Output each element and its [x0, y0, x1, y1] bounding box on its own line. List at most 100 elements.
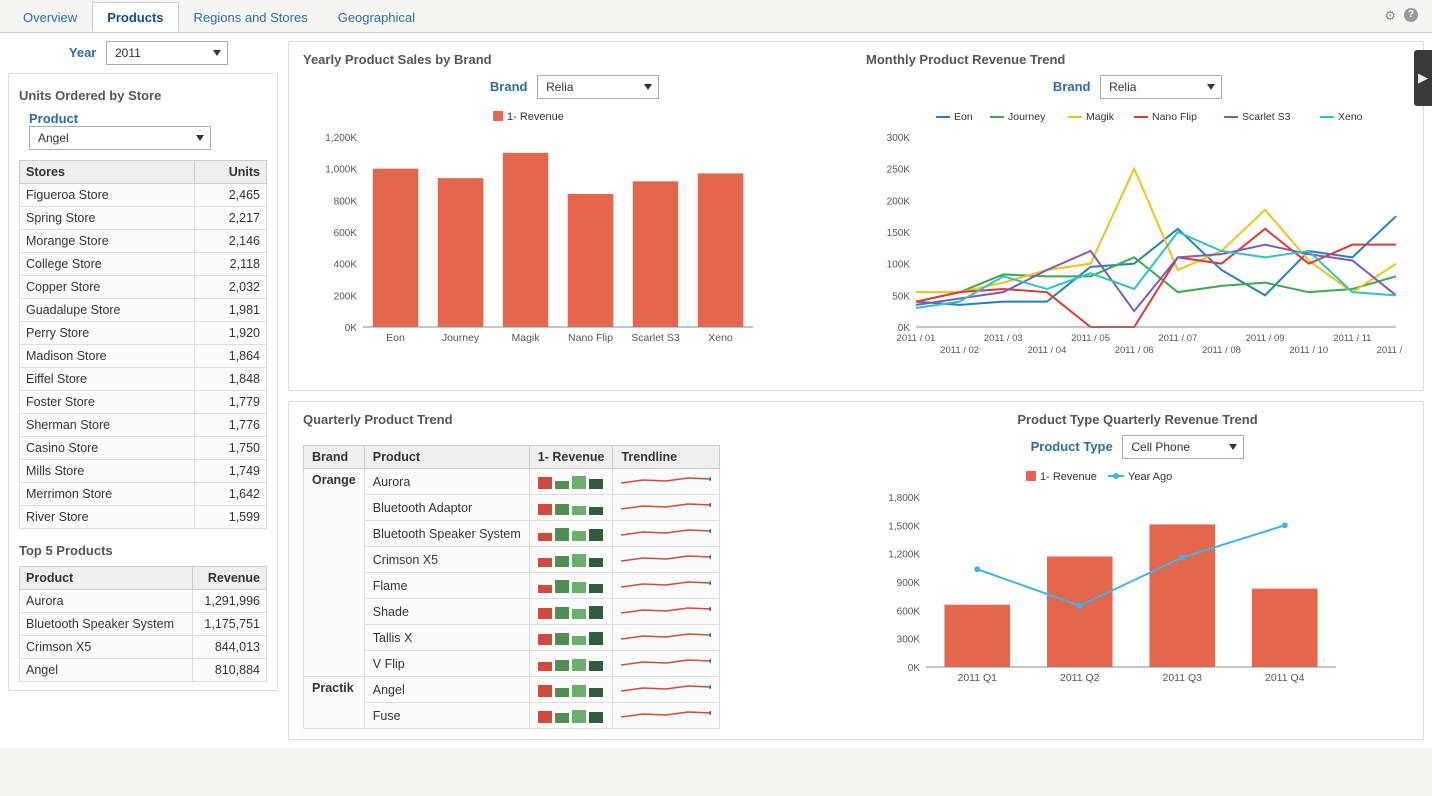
table-row[interactable]: Eiffel Store1,848	[20, 368, 267, 391]
ptype-select[interactable]: Cell Phone	[1122, 435, 1244, 459]
table-row[interactable]: Foster Store1,779	[20, 391, 267, 414]
chevron-down-icon	[196, 135, 204, 141]
table-row[interactable]: College Store2,118	[20, 253, 267, 276]
table-row[interactable]: Crimson X5	[304, 547, 720, 573]
svg-text:Xeno: Xeno	[708, 332, 733, 344]
table-row[interactable]: Madison Store1,864	[20, 345, 267, 368]
svg-text:Eon: Eon	[954, 111, 973, 123]
help-icon[interactable]: ?	[1404, 8, 1418, 22]
svg-text:150K: 150K	[887, 228, 911, 239]
svg-text:1- Revenue: 1- Revenue	[507, 111, 564, 123]
th-brand[interactable]: Brand	[304, 446, 365, 469]
svg-text:Journey: Journey	[442, 332, 480, 344]
table-row[interactable]: Tallis X	[304, 625, 720, 651]
table-row[interactable]: Spring Store2,217	[20, 207, 267, 230]
line-chart-svg: EonJourneyMagikNano FlipScarlet S3Xeno0K…	[866, 107, 1406, 377]
svg-text:50K: 50K	[892, 291, 910, 302]
units-ordered-title: Units Ordered by Store	[19, 88, 267, 103]
table-row[interactable]: Figueroa Store2,465	[20, 184, 267, 207]
table-row[interactable]: Aurora1,291,996	[20, 590, 267, 613]
svg-text:900K: 900K	[897, 578, 921, 589]
svg-text:2011 Q1: 2011 Q1	[957, 672, 997, 684]
charts-row-1: Yearly Product Sales by Brand Brand Reli…	[288, 41, 1424, 391]
tab-geographical[interactable]: Geographical	[323, 2, 430, 31]
table-row[interactable]: PractikAngel	[304, 677, 720, 703]
brand-select-1[interactable]: Relia	[537, 75, 659, 99]
table-row[interactable]: OrangeAurora	[304, 469, 720, 495]
brand-label: Brand	[490, 79, 528, 94]
th-product[interactable]: Product	[20, 567, 193, 590]
gear-icon[interactable]: ⚙	[1384, 8, 1396, 24]
svg-text:1,000K: 1,000K	[325, 165, 357, 176]
svg-text:2011 / 12: 2011 / 12	[1377, 345, 1406, 356]
th-revenue[interactable]: 1- Revenue	[529, 446, 613, 469]
svg-text:Eon: Eon	[386, 332, 405, 344]
table-row[interactable]: Shade	[304, 599, 720, 625]
product-value: Angel	[38, 131, 69, 145]
quarterly-product-trend: Quarterly Product Trend Brand Product 1-…	[303, 412, 846, 729]
year-select[interactable]: 2011	[106, 41, 228, 65]
table-row[interactable]: Bluetooth Speaker System	[304, 521, 720, 547]
th-product[interactable]: Product	[364, 446, 529, 469]
table-row[interactable]: Crimson X5844,013	[20, 636, 267, 659]
table-row[interactable]: Guadalupe Store1,981	[20, 299, 267, 322]
chart-title: Product Type Quarterly Revenue Trend	[866, 412, 1409, 427]
product-select[interactable]: Angel	[29, 126, 211, 150]
svg-text:Journey: Journey	[1008, 111, 1046, 123]
svg-text:400K: 400K	[334, 260, 358, 271]
svg-text:2011 / 01: 2011 / 01	[897, 333, 936, 344]
top-tabs: Overview Products Regions and Stores Geo…	[0, 0, 1432, 33]
table-row[interactable]: Fuse	[304, 703, 720, 729]
svg-text:0K: 0K	[908, 663, 921, 674]
brand-select-2[interactable]: Relia	[1100, 75, 1222, 99]
svg-text:2011 Q4: 2011 Q4	[1265, 672, 1305, 684]
table-row[interactable]: Merrimon Store1,642	[20, 483, 267, 506]
table-row[interactable]: Bluetooth Speaker System1,175,751	[20, 613, 267, 636]
stores-table: Stores Units Figueroa Store2,465Spring S…	[19, 160, 267, 529]
svg-text:Nano Flip: Nano Flip	[1152, 111, 1197, 123]
table-row[interactable]: Bluetooth Adaptor	[304, 495, 720, 521]
table-row[interactable]: River Store1,599	[20, 506, 267, 529]
year-label: Year	[69, 45, 96, 60]
qpt-table: Brand Product 1- Revenue Trendline Orang…	[303, 445, 720, 729]
svg-text:Magik: Magik	[511, 332, 540, 344]
svg-text:1- Revenue: 1- Revenue	[1040, 471, 1097, 483]
table-row[interactable]: V Flip	[304, 651, 720, 677]
tab-overview[interactable]: Overview	[8, 2, 92, 31]
side-drawer-handle[interactable]: ▶	[1414, 50, 1432, 106]
svg-text:2011 / 08: 2011 / 08	[1202, 345, 1241, 356]
combo-chart-svg: 1- RevenueYear Ago0K300K600K900K1,200K1,…	[866, 467, 1346, 697]
table-row[interactable]: Angel810,884	[20, 659, 267, 682]
table-row[interactable]: Perry Store1,920	[20, 322, 267, 345]
tab-regions[interactable]: Regions and Stores	[179, 2, 323, 31]
svg-text:2011 / 11: 2011 / 11	[1333, 333, 1371, 344]
table-row[interactable]: Casino Store1,750	[20, 437, 267, 460]
svg-text:300K: 300K	[887, 133, 911, 144]
bar-chart-svg: 1- Revenue0K200K400K600K800K1,000K1,200K…	[303, 107, 763, 357]
top5-table: Product Revenue Aurora1,291,996Bluetooth…	[19, 566, 267, 682]
top5-title: Top 5 Products	[19, 543, 267, 558]
svg-text:600K: 600K	[334, 228, 358, 239]
th-stores[interactable]: Stores	[20, 161, 195, 184]
th-trendline[interactable]: Trendline	[613, 446, 720, 469]
table-row[interactable]: Sherman Store1,776	[20, 414, 267, 437]
table-row[interactable]: Morange Store2,146	[20, 230, 267, 253]
ptype-quarterly-chart: Product Type Quarterly Revenue Trend Pro…	[866, 412, 1409, 729]
th-revenue[interactable]: Revenue	[193, 567, 267, 590]
chevron-down-icon	[1229, 444, 1237, 450]
svg-text:Scarlet S3: Scarlet S3	[631, 332, 680, 344]
tab-products[interactable]: Products	[92, 2, 178, 32]
th-units[interactable]: Units	[194, 161, 266, 184]
svg-text:2011 Q2: 2011 Q2	[1060, 672, 1100, 684]
svg-text:250K: 250K	[887, 165, 911, 176]
svg-text:200K: 200K	[334, 291, 358, 302]
svg-text:2011 / 10: 2011 / 10	[1289, 345, 1328, 356]
yearly-brand-chart: Yearly Product Sales by Brand Brand Reli…	[303, 52, 846, 380]
charts-row-2: Quarterly Product Trend Brand Product 1-…	[288, 401, 1424, 740]
table-row[interactable]: Copper Store2,032	[20, 276, 267, 299]
table-row[interactable]: Mills Store1,749	[20, 460, 267, 483]
svg-text:1,200K: 1,200K	[888, 550, 920, 561]
table-row[interactable]: Flame	[304, 573, 720, 599]
svg-text:2011 / 05: 2011 / 05	[1071, 333, 1110, 344]
year-value: 2011	[115, 46, 141, 60]
